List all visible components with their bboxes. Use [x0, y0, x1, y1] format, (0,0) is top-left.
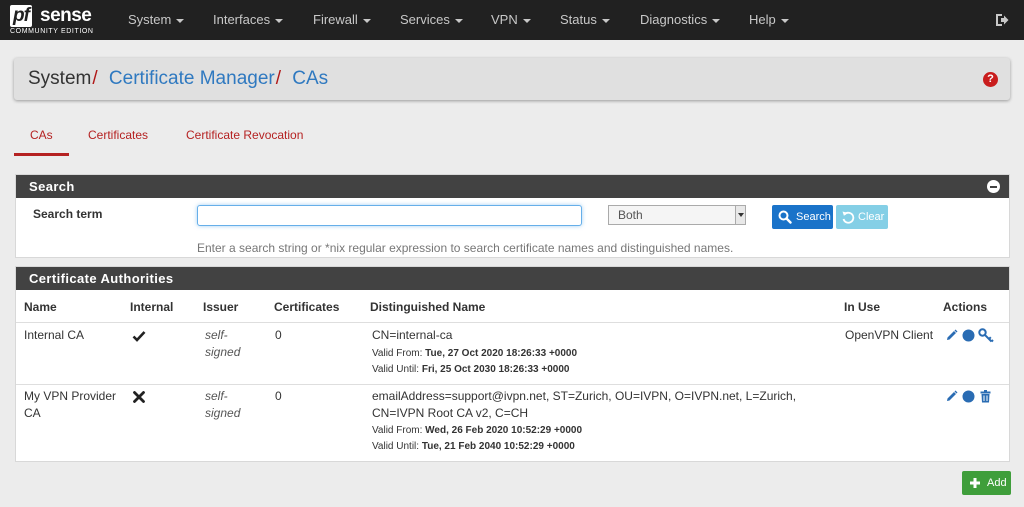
col-header-in-use[interactable]: In Use: [844, 300, 880, 314]
search-button[interactable]: Search: [772, 205, 833, 229]
breadcrumb-certificate-manager[interactable]: Certificate Manager: [109, 68, 275, 89]
search-icon: [778, 210, 792, 224]
breadcrumb-cas[interactable]: CAs: [292, 68, 328, 89]
ca-valid-from: Valid From: Tue, 27 Oct 2020 18:26:33 +0…: [372, 348, 578, 359]
key-icon[interactable]: [978, 328, 994, 343]
nav-status[interactable]: Status: [560, 0, 610, 40]
col-header-actions: Actions: [943, 300, 988, 314]
search-term-label: Search term: [33, 207, 103, 221]
logo-sense-text: sense: [40, 5, 92, 26]
col-header-issuer[interactable]: Issuer: [203, 300, 238, 314]
header-divider: [16, 322, 1009, 323]
nav-system[interactable]: System: [128, 0, 185, 40]
tab-certificate-revocation[interactable]: Certificate Revocation: [186, 128, 303, 142]
pencil-icon[interactable]: [945, 329, 958, 342]
nav-diagnostics[interactable]: Diagnostics: [640, 0, 721, 40]
ca-panel-header: Certificate Authorities: [16, 267, 1009, 290]
plus-icon: [970, 478, 980, 488]
ca-valid-until: Valid Until: Tue, 21 Feb 2040 10:52:29 +…: [372, 441, 575, 452]
nav-help[interactable]: Help: [749, 0, 789, 40]
logo-pf-text: pf: [10, 5, 32, 27]
ca-panel-title: Certificate Authorities: [29, 271, 174, 286]
col-header-name[interactable]: Name: [24, 300, 57, 314]
minus-circle-icon[interactable]: [987, 180, 1000, 193]
tab-active-indicator: [14, 153, 69, 156]
ca-valid-until: Valid Until: Fri, 25 Oct 2030 18:26:33 +…: [372, 364, 570, 375]
ca-name: My VPN Provider CA: [24, 389, 117, 420]
col-header-distinguished-name[interactable]: Distinguished Name: [370, 300, 485, 314]
times-icon: [133, 391, 145, 403]
search-panel: Search Search term Both Search Clear Ent…: [15, 174, 1010, 258]
logout-icon[interactable]: [994, 12, 1010, 28]
ca-valid-from: Valid From: Wed, 26 Feb 2020 10:52:29 +0…: [372, 425, 583, 436]
ca-distinguished-name: emailAddress=support@ivpn.net, ST=Zurich…: [372, 389, 797, 420]
caret-down-icon: [454, 18, 463, 23]
ca-name: Internal CA: [24, 328, 85, 342]
tab-certificates[interactable]: Certificates: [88, 128, 148, 142]
clear-button-label: Clear: [858, 211, 885, 223]
search-help-text: Enter a search string or *nix regular ex…: [197, 241, 734, 255]
nav-services[interactable]: Services: [400, 0, 463, 40]
caret-down-icon: [176, 18, 185, 23]
nav-firewall[interactable]: Firewall: [313, 0, 371, 40]
caret-down-icon: [780, 18, 789, 23]
ca-issuer: self-signed: [205, 389, 241, 420]
ca-certificate-count: 0: [275, 389, 282, 403]
row-divider: [16, 384, 1009, 385]
select-arrow-icon: [735, 206, 745, 224]
nav-vpn[interactable]: VPN: [491, 0, 531, 40]
certificate-icon[interactable]: [962, 329, 975, 342]
search-scope-value: Both: [618, 208, 643, 222]
caret-down-icon: [712, 18, 721, 23]
ca-certificate-count: 0: [275, 328, 282, 342]
search-panel-title: Search: [29, 179, 75, 194]
caret-down-icon: [522, 18, 531, 23]
question-icon[interactable]: ?: [983, 72, 998, 87]
ca-distinguished-name: CN=internal-ca: [372, 328, 453, 342]
caret-down-icon: [601, 18, 610, 23]
search-panel-header: Search: [16, 175, 1009, 198]
breadcrumb-bar: System/ Certificate Manager/ CAs ?: [14, 58, 1010, 100]
col-header-certificates[interactable]: Certificates: [274, 300, 339, 314]
breadcrumb-system: System: [28, 68, 92, 89]
search-input[interactable]: [197, 205, 582, 226]
add-button-label: Add: [987, 477, 1007, 489]
pfsense-logo[interactable]: pf sense COMMUNITY EDITION: [10, 5, 102, 37]
breadcrumb-separator: /: [275, 68, 281, 89]
certificate-icon[interactable]: [962, 390, 975, 403]
tab-cas[interactable]: CAs: [30, 128, 53, 142]
breadcrumb-separator: /: [92, 68, 98, 89]
ca-in-use: OpenVPN Client: [845, 328, 934, 342]
breadcrumb: System/ Certificate Manager/ CAs: [28, 68, 328, 90]
pencil-icon[interactable]: [945, 390, 958, 403]
search-button-label: Search: [796, 211, 831, 223]
caret-down-icon: [362, 18, 371, 23]
check-icon: [132, 331, 146, 342]
ca-issuer: self-signed: [205, 328, 241, 359]
trash-icon[interactable]: [979, 390, 992, 403]
search-scope-select[interactable]: Both: [608, 205, 746, 225]
top-navbar: pf sense COMMUNITY EDITION System Interf…: [0, 0, 1024, 40]
nav-interfaces[interactable]: Interfaces: [213, 0, 284, 40]
add-button[interactable]: Add: [962, 471, 1011, 495]
logo-edition-text: COMMUNITY EDITION: [10, 28, 94, 35]
caret-down-icon: [275, 18, 284, 23]
undo-icon: [842, 211, 855, 224]
col-header-internal[interactable]: Internal: [130, 300, 173, 314]
clear-button[interactable]: Clear: [836, 205, 888, 229]
certificate-authorities-panel: Certificate Authorities Name Internal Is…: [15, 266, 1010, 462]
